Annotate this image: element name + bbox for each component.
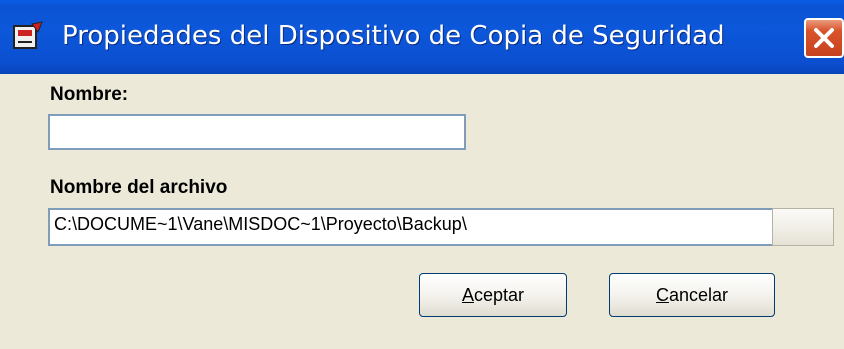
browse-button[interactable]: [772, 208, 834, 246]
dialog-body: Nombre: Nombre del archivo C:\DOCUME~1\V…: [0, 74, 844, 349]
title-bar[interactable]: Propiedades del Dispositivo de Copia de …: [0, 0, 844, 74]
cancel-button[interactable]: Cancelar: [609, 273, 775, 317]
file-name-field-value: C:\DOCUME~1\Vane\MISDOC~1\Proyecto\Backu…: [54, 214, 467, 234]
window-title: Propiedades del Dispositivo de Copia de …: [62, 21, 725, 51]
close-icon: [814, 28, 834, 48]
file-name-field[interactable]: C:\DOCUME~1\Vane\MISDOC~1\Proyecto\Backu…: [48, 208, 774, 246]
cancel-button-label: Cancelar: [656, 274, 728, 316]
backup-device-icon: [13, 21, 43, 49]
close-button[interactable]: [804, 18, 844, 58]
dialog-window: Propiedades del Dispositivo de Copia de …: [0, 0, 844, 349]
name-field[interactable]: [48, 114, 466, 150]
ok-button[interactable]: Aceptar: [419, 273, 567, 317]
file-name-label: Nombre del archivo: [50, 177, 228, 198]
ok-button-label-rest: ceptar: [473, 285, 525, 305]
name-label: Nombre:: [50, 84, 129, 105]
ok-button-label: Aceptar: [462, 274, 524, 316]
ok-button-accel: A: [461, 285, 474, 305]
cancel-button-label-rest: ancelar: [668, 285, 729, 305]
cancel-button-accel: C: [655, 285, 669, 305]
